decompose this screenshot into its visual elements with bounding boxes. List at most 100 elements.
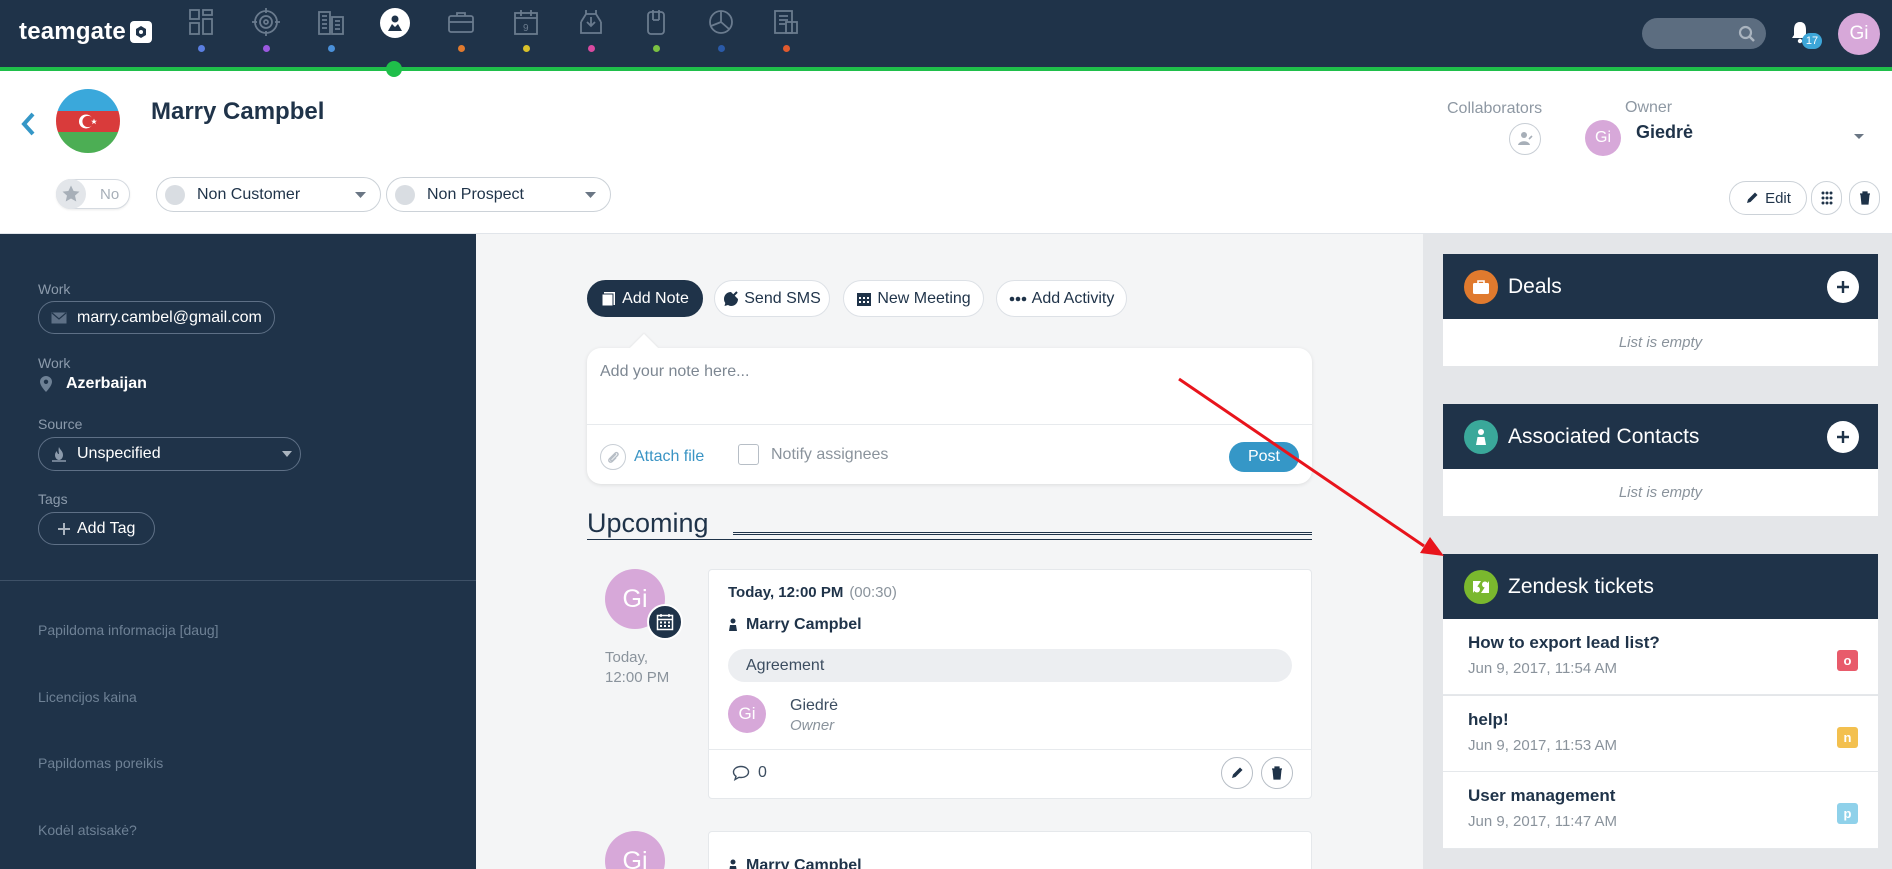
nav-people[interactable]: [380, 8, 410, 58]
add-deal-button[interactable]: [1827, 271, 1859, 303]
source-select[interactable]: Unspecified: [38, 437, 301, 471]
person-icon: [729, 618, 737, 631]
notify-assignees-label: Notify assignees: [771, 445, 889, 463]
nav-dot: [587, 45, 595, 52]
email-value: marry.cambel@gmail.com: [77, 308, 262, 326]
comments-button[interactable]: 0: [732, 764, 767, 782]
nav-companies[interactable]: [316, 8, 346, 58]
collaborator-icon: [1518, 132, 1533, 145]
zendesk-ticket-row[interactable]: help! Jun 9, 2017, 11:53 AM n: [1443, 696, 1878, 772]
add-tag-label: Add Tag: [77, 519, 136, 537]
extra-field-rejection-reason[interactable]: Kodėl atsisakė?: [38, 822, 137, 838]
activity-contact-name: Marry Campbel: [746, 616, 862, 633]
zendesk-widget-header: Zendesk tickets: [1443, 554, 1878, 619]
activity-contact[interactable]: Marry Campbel: [728, 857, 862, 869]
comment-bubble-icon: [732, 765, 750, 781]
ticket-status-badge: n: [1837, 727, 1858, 748]
briefcase-icon: [448, 12, 474, 33]
extra-field-license-price[interactable]: Licencijos kaina: [38, 689, 137, 705]
nav-documents[interactable]: [641, 8, 671, 58]
meeting-calendar-icon: [647, 604, 683, 640]
add-tag-button[interactable]: Add Tag: [38, 512, 155, 545]
delete-activity-button[interactable]: [1261, 757, 1293, 789]
logo-text: teamgate: [19, 18, 126, 45]
nav-reports[interactable]: [706, 8, 736, 58]
edit-activity-button[interactable]: [1221, 757, 1253, 789]
email-field[interactable]: marry.cambel@gmail.com: [38, 301, 275, 334]
upcoming-underline: [587, 539, 1312, 540]
address-value: Azerbaijan: [66, 375, 147, 392]
nav-inbox[interactable]: [576, 8, 606, 58]
nav-calendar[interactable]: 9: [511, 8, 541, 58]
nav-leads[interactable]: [251, 8, 281, 58]
activity-side-time: Today, 12:00 PM: [605, 648, 669, 688]
tab-add-note[interactable]: Add Note: [587, 280, 703, 317]
tab-add-activity[interactable]: Add Activity: [996, 280, 1127, 317]
extra-field-additional-need[interactable]: Papildomas poreikis: [38, 755, 163, 771]
edit-button[interactable]: Edit: [1729, 181, 1807, 215]
activity-datetime: Today, 12:00 PM (00:30): [728, 584, 897, 601]
chevron-down-icon: [355, 192, 366, 199]
search-icon: [1738, 25, 1756, 43]
svg-text:9: 9: [523, 23, 529, 34]
tab-send-sms[interactable]: Send SMS: [714, 280, 830, 317]
source-icon: [52, 447, 66, 462]
trash-icon: [1859, 191, 1870, 205]
nav-dot: [197, 45, 205, 52]
collaborators-label: Collaborators: [1447, 100, 1543, 117]
owner-dropdown-chevron-icon[interactable]: [1853, 133, 1865, 141]
address-field[interactable]: Azerbaijan: [40, 375, 147, 393]
source-label: Source: [38, 416, 83, 432]
favorite-toggle[interactable]: No: [56, 179, 130, 209]
comments-count: 0: [758, 764, 767, 781]
owner-label: Owner: [1625, 99, 1673, 116]
post-button[interactable]: Post: [1229, 442, 1299, 472]
attach-file-button[interactable]: Attach file: [600, 444, 704, 470]
upcoming-heading: Upcoming: [587, 508, 709, 538]
inbox-icon: [580, 10, 602, 34]
briefcase-icon: [1464, 269, 1498, 304]
back-chevron-icon[interactable]: [19, 111, 37, 137]
activity-card[interactable]: [708, 569, 1312, 799]
activity-owner-role: Owner: [790, 717, 835, 734]
customer-status-select[interactable]: Non Customer: [156, 177, 381, 212]
notification-count-badge: 17: [1802, 33, 1822, 49]
owner-name[interactable]: Giedrė: [1636, 122, 1693, 143]
user-avatar[interactable]: Gi: [1838, 13, 1880, 55]
ticket-title: User management: [1468, 786, 1616, 805]
nav-dashboard[interactable]: [186, 8, 216, 58]
logo[interactable]: teamgate: [19, 18, 152, 46]
more-grid-button[interactable]: [1811, 181, 1842, 215]
composer-divider: [587, 424, 1312, 425]
logo-badge-icon: [129, 21, 152, 43]
activity-contact-name: Marry Campbel: [746, 857, 862, 869]
add-collaborator-button[interactable]: [1509, 123, 1541, 155]
tab-new-meeting[interactable]: New Meeting: [843, 280, 984, 317]
deals-widget-title: Deals: [1508, 274, 1562, 298]
extra-field-info[interactable]: Papildoma informacija [daug]: [38, 622, 219, 638]
activity-contact[interactable]: Marry Campbel: [728, 616, 862, 634]
contacts-widget-header: Associated Contacts: [1443, 404, 1878, 469]
delete-contact-button[interactable]: [1849, 181, 1880, 215]
zendesk-ticket-row[interactable]: How to export lead list? Jun 9, 2017, 11…: [1443, 619, 1878, 695]
nav-invoices[interactable]: [771, 8, 801, 58]
plus-icon: [1837, 431, 1849, 443]
edit-button-label: Edit: [1765, 189, 1791, 207]
ticket-title: How to export lead list?: [1468, 633, 1660, 652]
prospect-status-select[interactable]: Non Prospect: [386, 177, 611, 212]
paperclip-icon: [600, 444, 626, 470]
status-dot: [165, 184, 185, 205]
deals-empty-state: List is empty: [1443, 319, 1878, 366]
dashboard-icon: [189, 9, 213, 35]
upcoming-rule: [733, 532, 1312, 535]
plus-icon: [58, 522, 70, 535]
calendar-icon: 9: [514, 10, 538, 35]
search-input[interactable]: [1642, 18, 1766, 49]
notify-assignees-checkbox[interactable]: Notify assignees: [738, 444, 888, 465]
add-contact-button[interactable]: [1827, 421, 1859, 453]
ticket-title: help!: [1468, 710, 1509, 729]
note-input[interactable]: Add your note here...: [600, 363, 749, 381]
chevron-down-icon: [282, 451, 292, 457]
zendesk-ticket-row[interactable]: User management Jun 9, 2017, 11:47 AM p: [1443, 772, 1878, 849]
nav-deals[interactable]: [446, 8, 476, 58]
